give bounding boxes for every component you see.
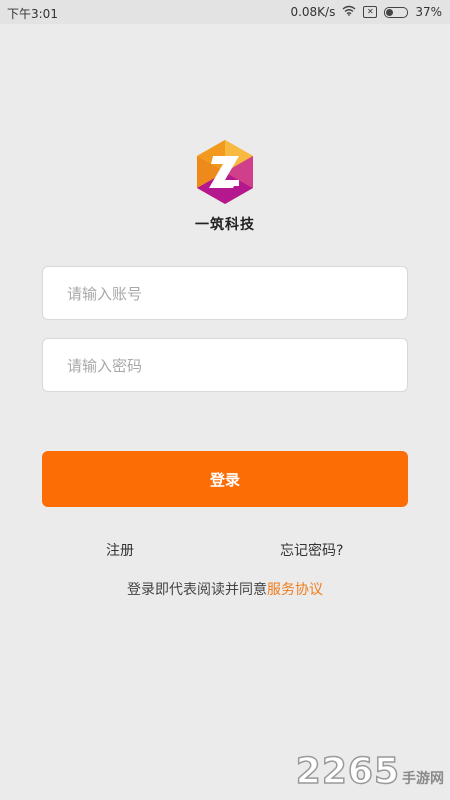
status-time: 下午3:01 (7, 7, 58, 21)
battery-level (386, 8, 394, 16)
forgot-password-link[interactable]: 忘记密码? (280, 540, 343, 560)
sim-disabled-icon: ✕ (363, 6, 378, 18)
logo-icon (191, 138, 259, 206)
password-input[interactable] (65, 339, 389, 393)
wifi-icon (342, 5, 356, 19)
terms-link[interactable]: 服务协议 (267, 582, 323, 598)
watermark-text: 手游网 (402, 771, 444, 787)
status-indicators: 0.08K/s ✕ 37% (290, 5, 442, 19)
battery-percent: 37% (415, 5, 442, 19)
battery-icon (384, 6, 409, 18)
brand-name: 一筑科技 (195, 217, 255, 233)
status-bar: 下午3:01 0.08K/s ✕ 37% (0, 0, 450, 24)
agreement-text: 登录即代表阅读并同意服务协议 (0, 579, 450, 599)
account-field[interactable] (42, 266, 408, 321)
account-input[interactable] (65, 267, 389, 321)
login-button[interactable]: 登录 (42, 451, 408, 507)
agreement-prefix: 登录即代表阅读并同意 (127, 582, 267, 598)
watermark-number: 2265 (295, 750, 400, 793)
register-link[interactable]: 注册 (106, 540, 134, 560)
net-speed: 0.08K/s (290, 5, 336, 19)
password-field[interactable] (42, 338, 408, 393)
watermark: 2265 手游网 (295, 750, 444, 793)
